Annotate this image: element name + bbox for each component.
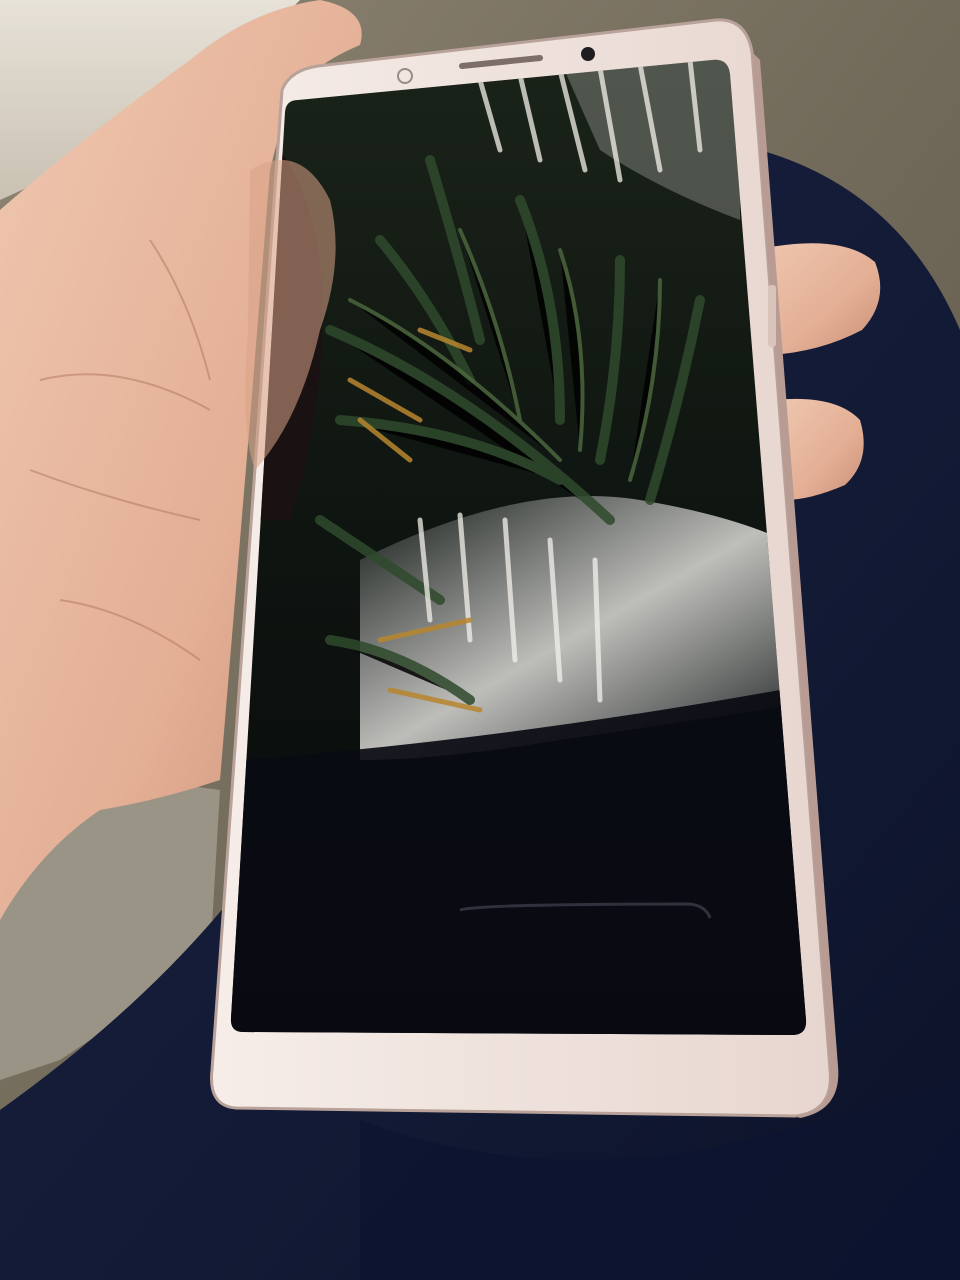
photo-scene (0, 0, 960, 1280)
volume-button (768, 285, 776, 347)
photo-illustration (0, 0, 960, 1280)
front-camera-icon (581, 47, 595, 61)
